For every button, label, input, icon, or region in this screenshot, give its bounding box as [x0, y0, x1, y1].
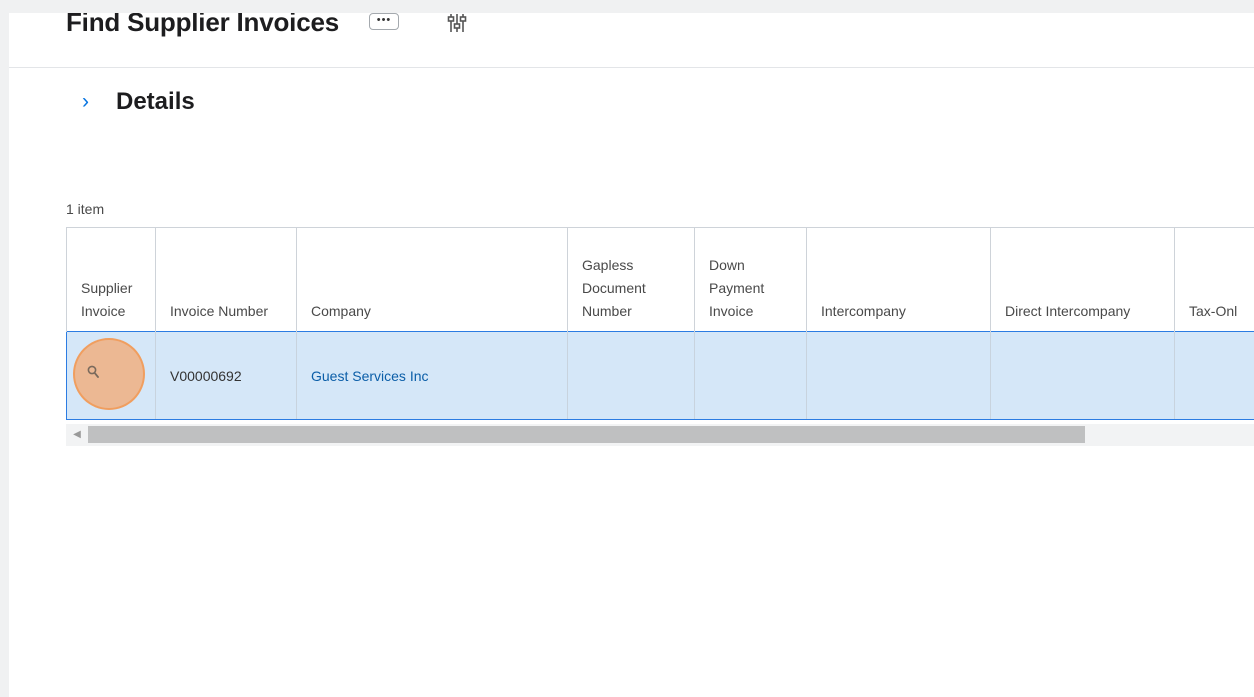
column-header-invoice-number[interactable]: Invoice Number [155, 227, 297, 332]
direct-intercompany-cell [990, 331, 1175, 420]
column-header-direct-intercompany[interactable]: Direct Intercompany [990, 227, 1175, 332]
supplier-invoice-cell[interactable] [66, 331, 156, 420]
search-icon[interactable] [87, 365, 99, 379]
details-section-header[interactable]: › Details [82, 88, 195, 116]
tap-highlight [73, 338, 145, 410]
item-count: 1 item [66, 201, 105, 217]
results-table: Supplier Invoice Invoice Number Company … [66, 227, 1254, 420]
horizontal-scrollbar[interactable]: ◀ [66, 424, 1254, 446]
column-header-supplier-invoice[interactable]: Supplier Invoice [66, 227, 156, 332]
down-payment-invoice-cell [694, 331, 807, 420]
ellipsis-icon: ••• [376, 14, 392, 26]
invoice-number-cell: V00000692 [155, 331, 297, 420]
section-title: Details [116, 88, 195, 115]
page-header: Find Supplier Invoices ••• [9, 13, 1254, 68]
intercompany-cell [806, 331, 991, 420]
chevron-right-icon: › [82, 90, 89, 113]
page-title: Find Supplier Invoices [66, 13, 339, 37]
tax-only-cell [1174, 331, 1254, 420]
column-header-intercompany[interactable]: Intercompany [806, 227, 991, 332]
results-grid: Supplier Invoice Invoice Number Company … [66, 227, 1254, 446]
column-header-tax-only[interactable]: Tax-Onl [1174, 227, 1254, 332]
related-actions-button[interactable]: ••• [369, 13, 399, 30]
scrollbar-thumb[interactable] [88, 426, 1085, 443]
filter-icon[interactable] [446, 13, 468, 33]
main-panel: Find Supplier Invoices ••• › Details 1 i… [9, 13, 1254, 697]
column-header-down-payment-invoice[interactable]: Down Payment Invoice [694, 227, 807, 332]
column-header-company[interactable]: Company [296, 227, 568, 332]
gapless-document-number-cell [567, 331, 695, 420]
column-header-gapless-document-number[interactable]: Gapless Document Number [567, 227, 695, 332]
scroll-left-arrow-icon[interactable]: ◀ [66, 424, 88, 446]
company-cell: Guest Services Inc [296, 331, 568, 420]
table-header-row: Supplier Invoice Invoice Number Company … [66, 227, 1254, 332]
company-link[interactable]: Guest Services Inc [311, 368, 429, 384]
table-row[interactable]: V00000692 Guest Services Inc [66, 331, 1254, 420]
